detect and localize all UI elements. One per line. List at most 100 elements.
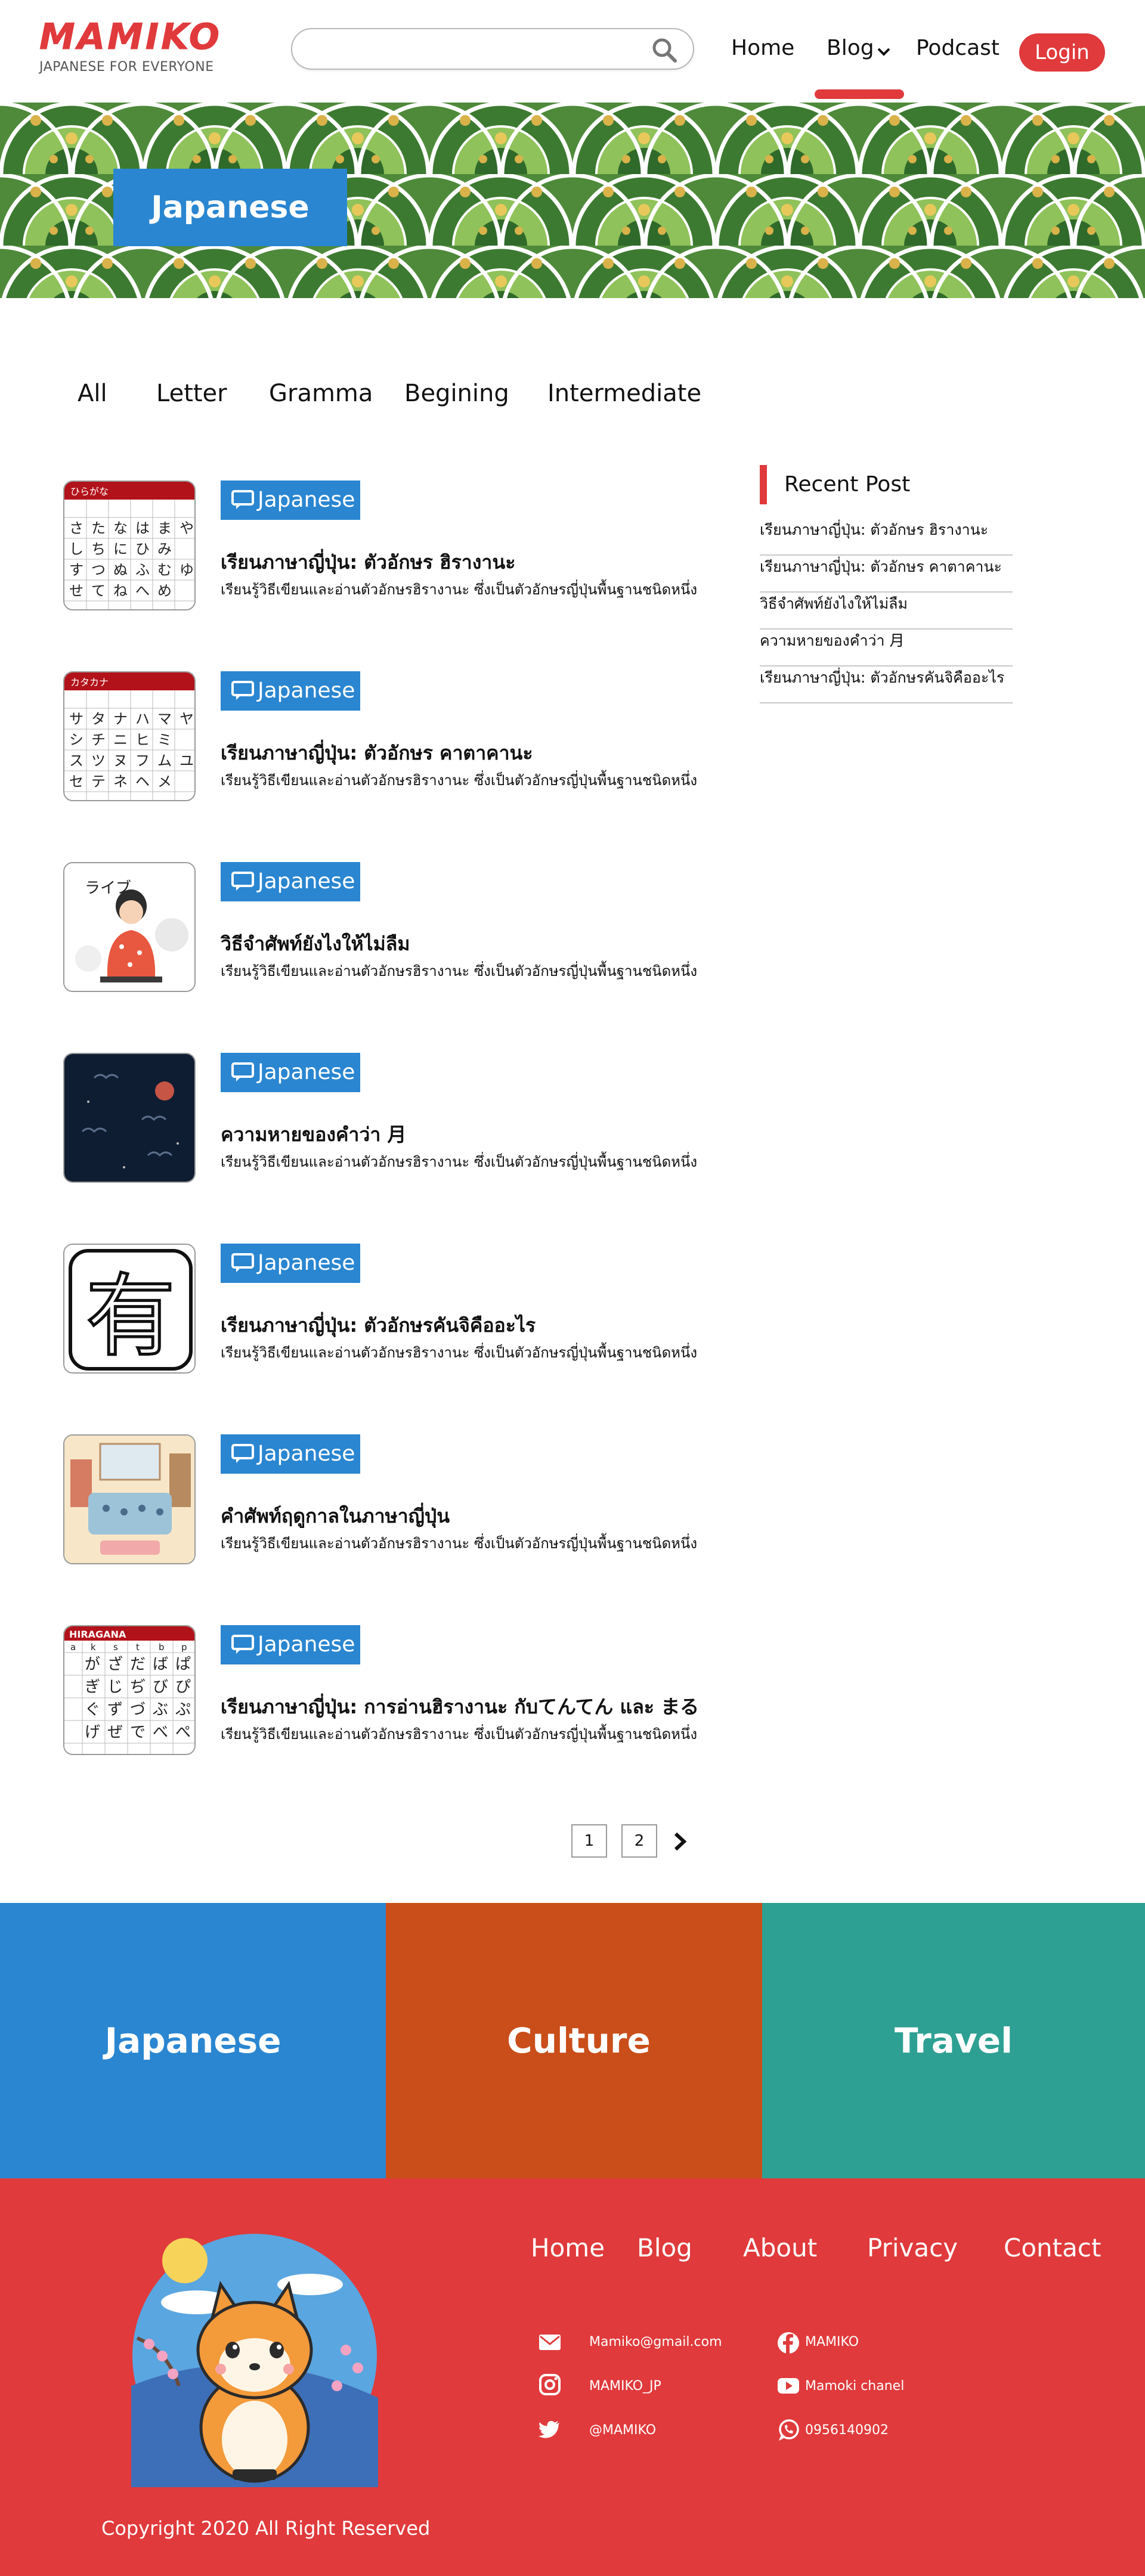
post-title[interactable]: เรียนภาษาญี่ปุ่น: ตัวอักษร คาตาคานะ xyxy=(221,738,533,768)
svg-text:さ: さ xyxy=(69,520,83,537)
footer-nav-privacy[interactable]: Privacy xyxy=(867,2233,958,2262)
search-bar xyxy=(291,28,694,70)
site-logo[interactable]: MAMIKO JAPANESE FOR EVERYONE xyxy=(39,18,222,75)
recent-post-item[interactable]: เรียนภาษาญี่ปุ่น: ตัวอักษร ฮิรางานะ xyxy=(760,519,1013,556)
post-card[interactable]: 有 Japanese เรียนภาษาญี่ปุ่น: ตัวอักษรคัน… xyxy=(63,1244,731,1375)
footer-nav-home[interactable]: Home xyxy=(531,2233,605,2262)
thumb-label: HIRAGANA xyxy=(69,1629,126,1640)
chevron-right-icon[interactable] xyxy=(671,1831,690,1852)
post-title[interactable]: วิธีจำศัพท์ยังไงให้ไม่ลืม xyxy=(221,929,410,959)
svg-text:ぐ: ぐ xyxy=(85,1701,100,1719)
post-category-tag[interactable]: Japanese xyxy=(221,1053,360,1092)
svg-text:ひ: ひ xyxy=(135,541,150,557)
recent-post-item[interactable]: วิธีจำศัพท์ยังไงให้ไม่ลืม xyxy=(760,593,1013,630)
post-category-tag[interactable]: Japanese xyxy=(221,481,360,520)
post-card[interactable]: Japanese คำศัพท์ฤดูกาลในภาษาญี่ปุ่น เรีย… xyxy=(63,1434,731,1566)
svg-text:マ: マ xyxy=(157,711,172,727)
svg-text:ヤ: ヤ xyxy=(180,711,194,727)
filter-gramma[interactable]: Gramma xyxy=(269,380,373,407)
svg-text:て: て xyxy=(91,582,106,599)
post-title[interactable]: เรียนภาษาญี่ปุ่น: การอ่านฮิรางานะ กับてんて… xyxy=(221,1692,699,1722)
comment-icon xyxy=(231,490,254,509)
svg-text:ぜ: ぜ xyxy=(107,1723,123,1741)
post-card[interactable]: ライブ Japanese วิธีจำศัพท์ยังไงให้ไม่ลืม เ… xyxy=(63,862,731,993)
nav-podcast[interactable]: Podcast xyxy=(916,36,999,60)
post-category-tag[interactable]: Japanese xyxy=(221,1625,360,1664)
post-title[interactable]: เรียนภาษาญี่ปุ่น: ตัวอักษรคันจิคืออะไร xyxy=(221,1310,536,1341)
post-card[interactable]: カタカナ サタナハマヤ シチニヒミ スツヌフムユ セテネヘメ Japanese … xyxy=(63,671,731,802)
post-card[interactable]: ひらがな さたなはまや しちにひみ すつぬふむゆ せてねへめ Japanese … xyxy=(63,481,731,612)
recent-post-item[interactable]: เรียนภาษาญี่ปุ่น: ตัวอักษรคันจิคืออะไร xyxy=(760,667,1013,703)
category-travel[interactable]: Travel xyxy=(762,1903,1145,2178)
svg-text:た: た xyxy=(91,520,106,537)
login-button[interactable]: Login xyxy=(1019,33,1105,72)
post-category-tag[interactable]: Japanese xyxy=(221,862,360,901)
category-culture[interactable]: Culture xyxy=(386,1903,772,2178)
site-header: MAMIKO JAPANESE FOR EVERYONE Home Blog P… xyxy=(0,0,1145,103)
svg-text:ち: ち xyxy=(91,541,106,557)
post-thumbnail[interactable] xyxy=(63,1053,196,1183)
comment-icon xyxy=(231,1635,254,1654)
svg-text:ぷ: ぷ xyxy=(175,1701,191,1719)
filter-intermediate[interactable]: Intermediate xyxy=(547,380,701,407)
svg-text:せ: せ xyxy=(69,582,83,599)
post-excerpt: เรียนรู้วิธีเขียนและอ่านตัวอักษรฮิรางานะ… xyxy=(221,1535,698,1552)
post-excerpt: เรียนรู้วิธีเขียนและอ่านตัวอักษรฮิรางานะ… xyxy=(221,1726,698,1743)
comment-icon xyxy=(231,1062,254,1081)
svg-text:ミ: ミ xyxy=(157,731,172,748)
post-card[interactable]: HIRAGANA akstbp がざだばぱ ぎじぢびぴ ぐずづぶぷ げぜでべぺ … xyxy=(63,1625,731,1756)
svg-text:へ: へ xyxy=(135,582,150,599)
nav-blog[interactable]: Blog xyxy=(827,36,874,60)
post-card[interactable]: Japanese ความหายของคำว่า 月 เรียนรู้วิธีเ… xyxy=(63,1053,731,1184)
post-title[interactable]: คำศัพท์ฤดูกาลในภาษาญี่ปุ่น xyxy=(221,1501,450,1532)
post-thumbnail[interactable]: 有 xyxy=(63,1244,196,1374)
recent-post-item[interactable]: เรียนภาษาญี่ปุ่น: ตัวอักษร คาตาคานะ xyxy=(760,556,1013,593)
svg-text:ヌ: ヌ xyxy=(113,752,128,769)
svg-text:s: s xyxy=(113,1642,118,1653)
post-category-tag[interactable]: Japanese xyxy=(221,671,360,711)
svg-text:づ: づ xyxy=(130,1701,146,1719)
post-title[interactable]: เรียนภาษาญี่ปุ่น: ตัวอักษร ฮิรางานะ xyxy=(221,547,515,578)
svg-text:ぱ: ぱ xyxy=(175,1656,191,1673)
post-thumbnail[interactable]: ライブ xyxy=(63,862,196,992)
svg-text:ま: ま xyxy=(157,520,172,537)
post-title[interactable]: ความหายของคำว่า 月 xyxy=(221,1120,406,1150)
page-1-button[interactable]: 1 xyxy=(571,1824,607,1858)
footer-email[interactable]: Mamiko@gmail.com xyxy=(589,2335,722,2349)
footer-whatsapp[interactable]: 0956140902 xyxy=(805,2423,889,2438)
post-thumbnail[interactable]: HIRAGANA a k s t b p がざだばぱ ぎじぢびぴ ぐずづぶぷ げぜでべぺ xyxy=(63,1625,196,1755)
svg-text:ハ: ハ xyxy=(135,711,150,727)
filter-all[interactable]: All xyxy=(78,380,107,407)
svg-text:つ: つ xyxy=(91,562,106,578)
footer-facebook[interactable]: MAMIKO xyxy=(805,2335,859,2349)
category-japanese[interactable]: Japanese xyxy=(0,1903,386,2178)
post-excerpt: เรียนรู้วิธีเขียนและอ่านตัวอักษรฮิรางานะ… xyxy=(221,1344,698,1361)
page-2-button[interactable]: 2 xyxy=(621,1824,657,1858)
post-category-label: Japanese xyxy=(258,1060,355,1084)
filter-begining[interactable]: Begining xyxy=(404,380,509,407)
footer-nav-contact[interactable]: Contact xyxy=(1004,2233,1101,2262)
post-thumbnail[interactable] xyxy=(63,1434,196,1564)
footer-twitter[interactable]: @MAMIKO xyxy=(589,2423,656,2438)
post-thumbnail[interactable]: ひらがな さたなはまや しちにひみ すつぬふむゆ せてねへめ xyxy=(63,481,196,610)
post-thumbnail[interactable]: カタカナ サタナハマヤ シチニヒミ スツヌフムユ セテネヘメ xyxy=(63,671,196,801)
recent-post-heading: Recent Post xyxy=(784,472,911,497)
post-excerpt: เรียนรู้วิธีเขียนและอ่านตัวอักษรฮิรางานะ… xyxy=(221,581,698,598)
svg-text:a: a xyxy=(70,1642,76,1653)
footer-nav-about[interactable]: About xyxy=(743,2233,817,2262)
footer-youtube[interactable]: Mamoki chanel xyxy=(805,2379,904,2394)
post-category-tag[interactable]: Japanese xyxy=(221,1244,360,1283)
footer-nav-blog[interactable]: Blog xyxy=(637,2233,692,2262)
search-input[interactable] xyxy=(310,38,644,61)
svg-text:ツ: ツ xyxy=(91,752,106,769)
post-category-tag[interactable]: Japanese xyxy=(221,1434,360,1474)
nav-home[interactable]: Home xyxy=(731,36,794,60)
filter-letter[interactable]: Letter xyxy=(156,380,227,407)
search-icon[interactable] xyxy=(651,37,677,63)
recent-post-item[interactable]: ความหายของคำว่า 月 xyxy=(760,630,1013,667)
svg-text:ネ: ネ xyxy=(113,773,128,790)
post-category-label: Japanese xyxy=(258,1632,355,1657)
footer-instagram[interactable]: MAMIKO_JP xyxy=(589,2379,661,2394)
svg-text:b: b xyxy=(159,1642,165,1653)
chevron-down-icon[interactable] xyxy=(877,44,891,58)
